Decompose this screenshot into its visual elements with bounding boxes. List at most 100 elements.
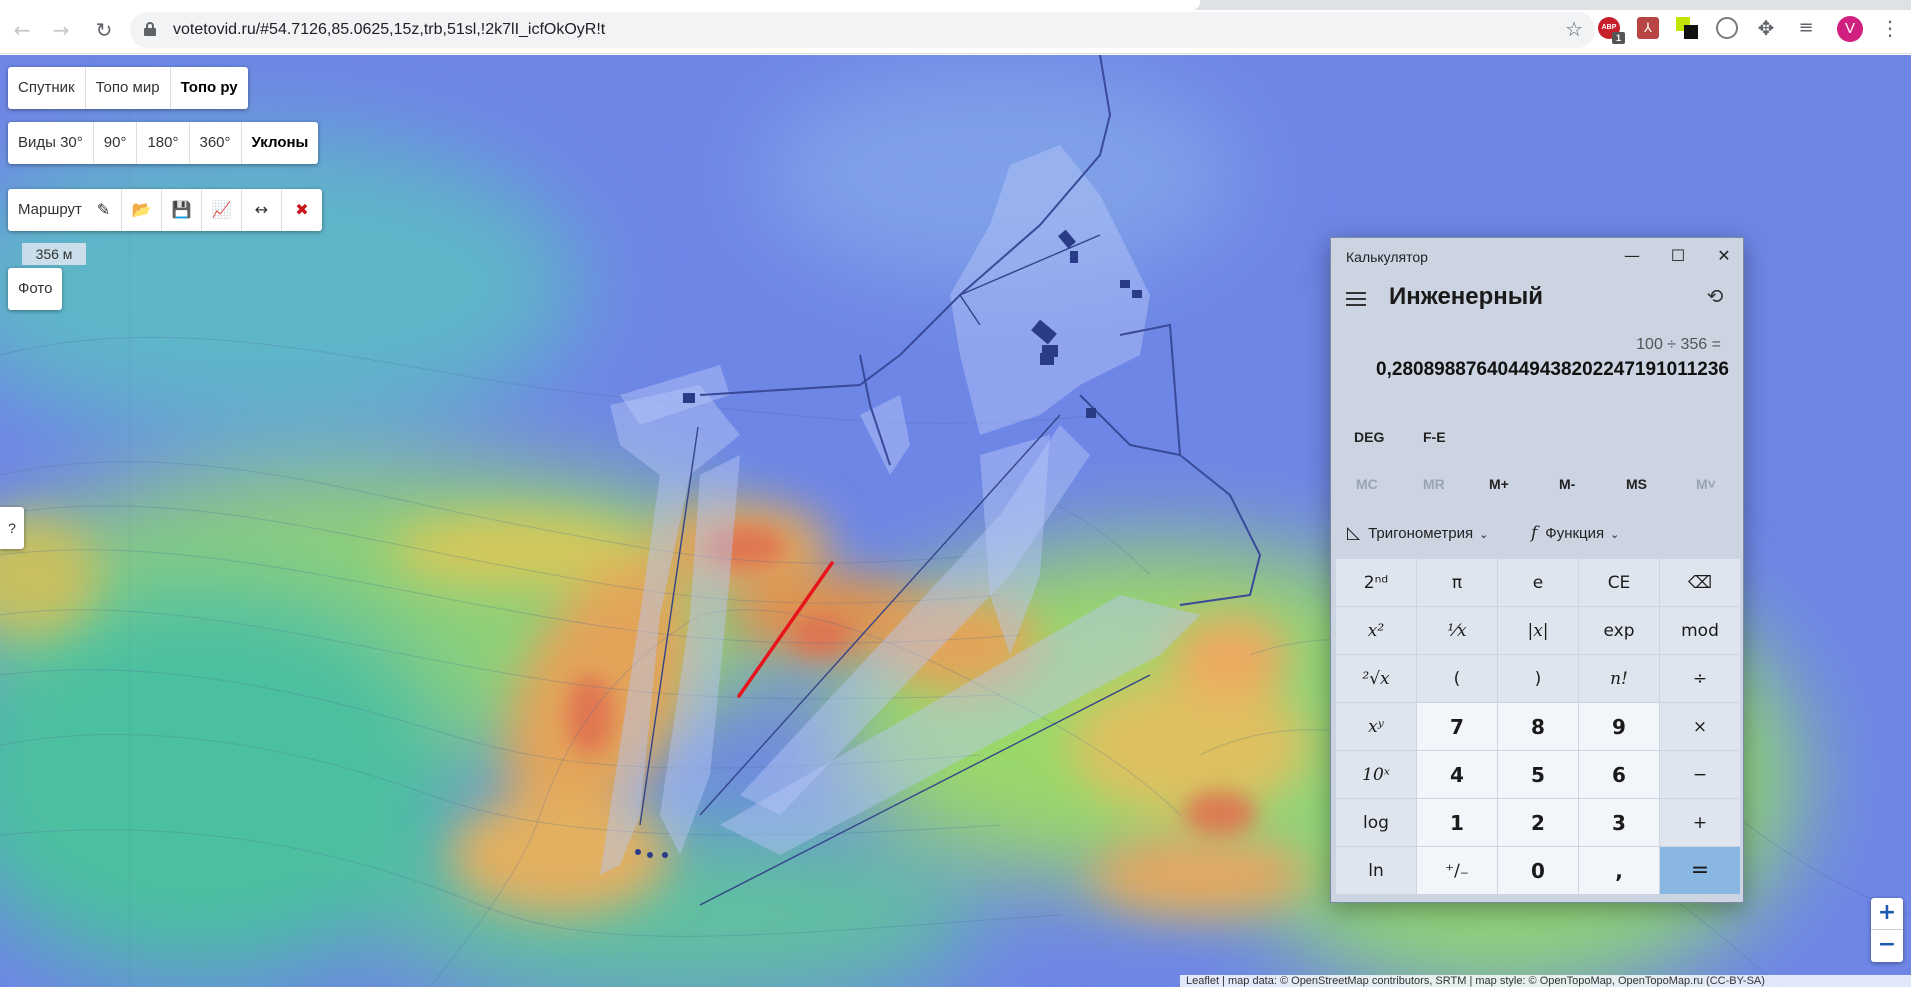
views-control: Виды 30° 90° 180° 360° Уклоны (8, 122, 319, 164)
memory-list-button[interactable]: M˅ (1696, 476, 1716, 492)
profile-avatar[interactable]: V (1837, 16, 1863, 42)
extensions-puzzle-icon[interactable]: ✥ (1755, 17, 1777, 39)
key-divide[interactable]: ÷ (1660, 655, 1740, 702)
save-icon[interactable]: 💾 (162, 189, 202, 231)
key-8[interactable]: 8 (1498, 703, 1578, 750)
result-display: 0,28089887640449438202247191011236 (1376, 359, 1729, 380)
zoom-in-button[interactable]: + (1871, 898, 1903, 930)
trigonometry-label: Тригонометрия (1368, 525, 1474, 542)
key-mod[interactable]: mod (1660, 607, 1740, 654)
hamburger-menu-icon[interactable] (1346, 292, 1366, 306)
key-decimal[interactable]: , (1579, 847, 1659, 894)
key-e[interactable]: e (1498, 559, 1578, 606)
key-pi[interactable]: π (1417, 559, 1497, 606)
key-minus[interactable]: − (1660, 751, 1740, 798)
memory-clear-button[interactable]: MC (1356, 476, 1378, 492)
key-2[interactable]: 2 (1498, 799, 1578, 846)
view-180[interactable]: 180° (137, 122, 190, 164)
key-clear-entry[interactable]: CE (1579, 559, 1659, 606)
delete-route-icon[interactable]: ✖ (282, 189, 322, 231)
active-tab[interactable] (0, 0, 1200, 10)
key-abs[interactable]: |x| (1498, 607, 1578, 654)
key-1[interactable]: 1 (1417, 799, 1497, 846)
key-reciprocal[interactable]: ¹⁄x (1417, 607, 1497, 654)
calculator-titlebar[interactable]: Калькулятор — ☐ ✕ (1331, 238, 1743, 272)
key-negate[interactable]: ⁺∕₋ (1417, 847, 1497, 894)
key-log[interactable]: log (1336, 799, 1416, 846)
route-distance: 356 м (22, 243, 86, 265)
view-90[interactable]: 90° (94, 122, 138, 164)
key-power[interactable]: xʸ (1336, 703, 1416, 750)
layer-topo-ru[interactable]: Топо ру (171, 67, 248, 109)
color-picker-extension-icon[interactable] (1676, 17, 1698, 39)
key-3[interactable]: 3 (1579, 799, 1659, 846)
address-bar[interactable]: votetovid.ru/#54.7126,85.0625,15z,trb,51… (130, 12, 1595, 48)
reverse-route-icon[interactable]: ↔ (242, 189, 282, 231)
key-plus[interactable]: + (1660, 799, 1740, 846)
key-5[interactable]: 5 (1498, 751, 1578, 798)
key-4[interactable]: 4 (1417, 751, 1497, 798)
memory-recall-button[interactable]: MR (1423, 476, 1445, 492)
media-control-icon[interactable]: ≡ (1795, 17, 1817, 39)
layer-switcher: Спутник Топо мир Топо ру (8, 67, 248, 109)
pencil-icon[interactable]: ✎ (86, 189, 122, 231)
zoom-out-button[interactable]: − (1871, 930, 1903, 962)
route-label[interactable]: Маршрут (8, 189, 86, 231)
memory-add-button[interactable]: M+ (1489, 476, 1509, 492)
key-exp[interactable]: exp (1579, 607, 1659, 654)
key-square[interactable]: x² (1336, 607, 1416, 654)
key-open-paren[interactable]: ( (1417, 655, 1497, 702)
view-slopes[interactable]: Уклоны (242, 122, 319, 164)
map-attribution[interactable]: Leaflet | map data: © OpenStreetMap cont… (1180, 975, 1911, 987)
fe-button[interactable]: F-E (1423, 429, 1446, 445)
layer-satellite[interactable]: Спутник (8, 67, 86, 109)
view-30[interactable]: Виды 30° (8, 122, 94, 164)
key-equals[interactable]: = (1660, 847, 1740, 894)
help-button[interactable]: ? (0, 507, 24, 549)
zoom-control: + − (1871, 898, 1903, 962)
back-button[interactable]: ← (8, 16, 36, 44)
layer-topo-world[interactable]: Топо мир (86, 67, 171, 109)
close-icon[interactable]: ✕ (1701, 242, 1747, 270)
key-9[interactable]: 9 (1579, 703, 1659, 750)
forward-button[interactable]: → (47, 16, 75, 44)
calculator-mode-title: Инженерный (1389, 283, 1544, 310)
maximize-icon[interactable]: ☐ (1655, 242, 1701, 270)
url-text[interactable]: votetovid.ru/#54.7126,85.0625,15z,trb,51… (173, 21, 605, 39)
key-second[interactable]: 2ⁿᵈ (1336, 559, 1416, 606)
expression-display: 100 ÷ 356 = (1636, 336, 1721, 353)
route-control: Маршрут ✎ 📂 💾 📈 ↔ ✖ (8, 189, 322, 231)
adblock-extension-icon[interactable]: ABP 1 (1598, 17, 1625, 44)
key-ln[interactable]: ln (1336, 847, 1416, 894)
view-360[interactable]: 360° (190, 122, 242, 164)
history-icon[interactable]: ⟲ (1701, 282, 1729, 310)
key-multiply[interactable]: × (1660, 703, 1740, 750)
reload-button[interactable]: ↻ (90, 16, 118, 44)
key-close-paren[interactable]: ) (1498, 655, 1578, 702)
key-ten-power[interactable]: 10ˣ (1336, 751, 1416, 798)
lock-icon[interactable] (144, 22, 156, 36)
bookmark-star-icon[interactable]: ☆ (1565, 17, 1583, 41)
keypad: 2ⁿᵈ π e CE ⌫ x² ¹⁄x |x| exp mod ²√x ( ) … (1336, 559, 1740, 900)
folder-open-icon[interactable]: 📂 (122, 189, 162, 231)
pdf-extension-icon[interactable]: ⅄ (1637, 17, 1659, 39)
trigonometry-dropdown[interactable]: ◺ Тригонометрия ⌄ (1347, 523, 1488, 543)
browser-menu-icon[interactable]: ⋮ (1880, 14, 1900, 42)
elevation-profile-icon[interactable]: 📈 (202, 189, 242, 231)
minimize-icon[interactable]: — (1609, 242, 1655, 270)
key-6[interactable]: 6 (1579, 751, 1659, 798)
backspace-icon[interactable]: ⌫ (1660, 559, 1740, 606)
function-label: Функция (1545, 525, 1605, 542)
function-dropdown[interactable]: f Функция ⌄ (1531, 523, 1619, 543)
key-0[interactable]: 0 (1498, 847, 1578, 894)
key-sqrt[interactable]: ²√x (1336, 655, 1416, 702)
calculator-window: Калькулятор — ☐ ✕ Инженерный ⟲ 100 ÷ 356… (1330, 237, 1744, 903)
memory-subtract-button[interactable]: M- (1559, 476, 1575, 492)
globe-extension-icon[interactable] (1716, 17, 1738, 39)
function-icon: f (1531, 523, 1538, 543)
angle-unit-button[interactable]: DEG (1354, 429, 1384, 445)
photo-button[interactable]: Фото (8, 268, 62, 310)
key-7[interactable]: 7 (1417, 703, 1497, 750)
key-factorial[interactable]: n! (1579, 655, 1659, 702)
memory-store-button[interactable]: MS (1626, 476, 1647, 492)
